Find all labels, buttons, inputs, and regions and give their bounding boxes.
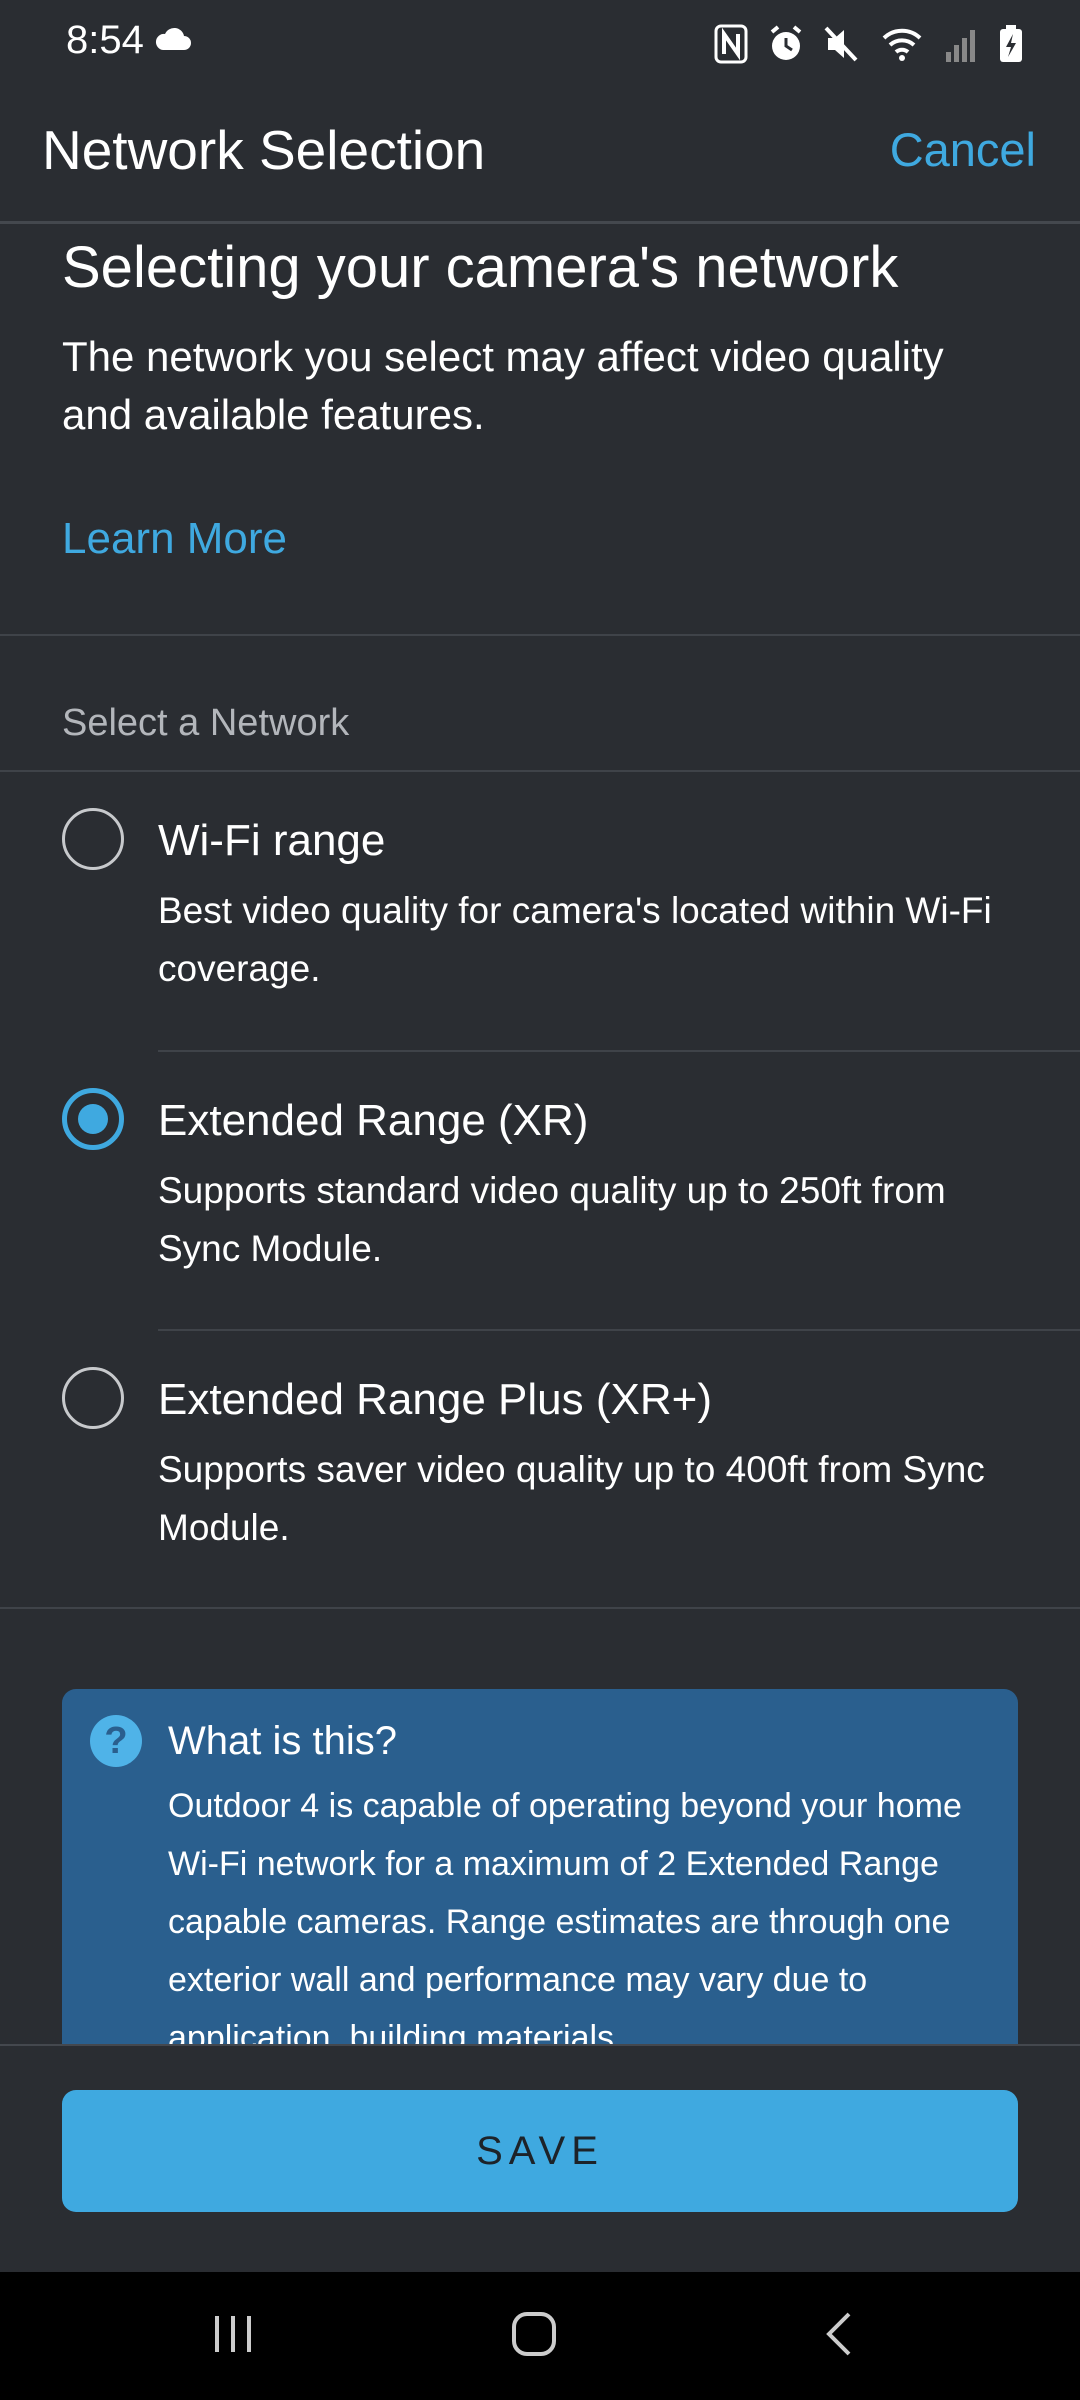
- network-option-xr-plus[interactable]: Extended Range Plus (XR+) Supports saver…: [0, 1331, 1080, 1609]
- network-option-xr[interactable]: Extended Range (XR) Supports standard vi…: [0, 1052, 1080, 1330]
- divider: [0, 634, 1080, 636]
- home-button[interactable]: [434, 2272, 634, 2400]
- option-title: Extended Range (XR): [158, 1096, 589, 1145]
- cancel-button[interactable]: Cancel: [890, 122, 1036, 177]
- battery-charging-icon: [998, 24, 1024, 64]
- option-description: Supports saver video quality up to 400ft…: [158, 1449, 985, 1548]
- mute-icon: [824, 24, 860, 64]
- radio-button[interactable]: [62, 1367, 124, 1429]
- wifi-icon: [880, 24, 924, 64]
- info-body: Outdoor 4 is capable of operating beyond…: [168, 1787, 962, 2044]
- system-nav-bar: [0, 2272, 1080, 2400]
- option-title: Extended Range Plus (XR+): [158, 1375, 712, 1424]
- nfc-icon: [714, 24, 748, 64]
- learn-more-link[interactable]: Learn More: [62, 514, 287, 564]
- radio-button-selected[interactable]: [62, 1088, 124, 1150]
- option-description: Supports standard video quality up to 25…: [158, 1170, 946, 1269]
- status-icons: [714, 24, 1024, 64]
- signal-icon: [944, 24, 978, 64]
- section-label: Select a Network: [62, 702, 350, 744]
- info-box: ? What is this? Outdoor 4 is capable of …: [62, 1689, 1018, 2044]
- save-button[interactable]: SAVE: [62, 2090, 1018, 2212]
- intro-body: The network you select may affect video …: [62, 333, 944, 438]
- home-icon: [510, 2310, 558, 2363]
- network-option-wifi[interactable]: Wi-Fi range Best video quality for camer…: [0, 772, 1080, 1050]
- recent-apps-button[interactable]: [133, 2272, 333, 2400]
- intro-title: Selecting your camera's network: [62, 235, 899, 300]
- alarm-icon: [768, 24, 804, 64]
- option-title: Wi-Fi range: [158, 816, 386, 865]
- status-time: 8:54: [66, 18, 144, 62]
- question-icon: ?: [90, 1715, 142, 1767]
- page-title: Network Selection: [42, 119, 486, 181]
- app-header: Network Selection Cancel: [0, 88, 1080, 224]
- divider: [0, 1607, 1080, 1609]
- back-button[interactable]: [739, 2272, 939, 2400]
- back-icon: [821, 2310, 857, 2363]
- option-description: Best video quality for camera's located …: [158, 890, 992, 989]
- radio-button[interactable]: [62, 808, 124, 870]
- recent-apps-icon: [211, 2312, 255, 2361]
- screen: 8:54 Network Selection Cancel Selecting …: [0, 0, 1080, 2400]
- footer: SAVE: [0, 2044, 1080, 2272]
- info-title: What is this?: [168, 1719, 397, 1763]
- status-bar: 8:54: [0, 0, 1080, 88]
- cloud-icon: [154, 26, 192, 57]
- scroll-content[interactable]: Selecting your camera's network The netw…: [0, 224, 1080, 2044]
